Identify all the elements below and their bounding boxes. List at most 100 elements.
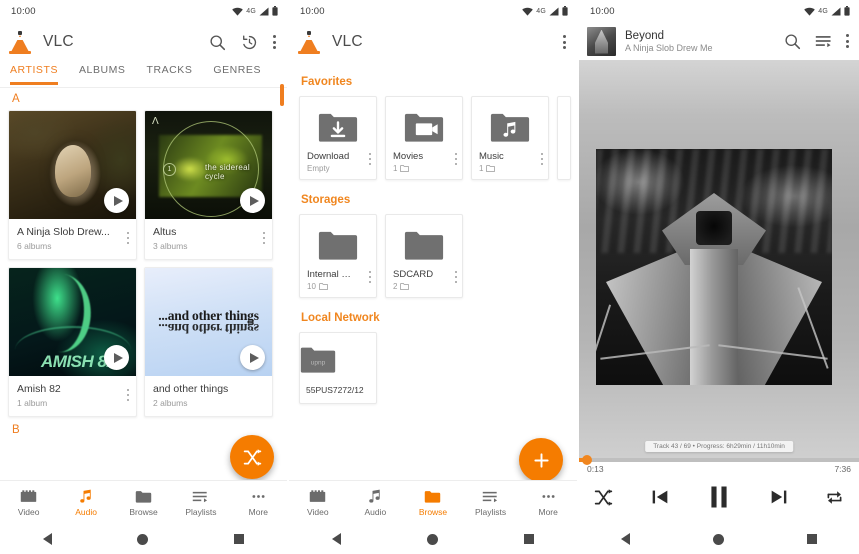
section-letter: A [12, 93, 20, 105]
status-indicators: 4G [804, 6, 850, 16]
network-type: 4G [818, 7, 828, 15]
repeat-button[interactable] [824, 487, 845, 508]
network-name: 55PUS7272/12 [306, 385, 364, 395]
status-clock: 10:00 [300, 5, 325, 17]
folder-count: 2 [393, 282, 398, 291]
history-icon[interactable] [240, 33, 259, 52]
wifi-icon [804, 7, 816, 16]
system-back-icon[interactable] [332, 533, 341, 545]
nav-item-audio[interactable]: Audio [347, 489, 405, 517]
app-bar: VLC [0, 22, 287, 62]
system-home-icon[interactable] [137, 533, 149, 545]
system-home-icon[interactable] [427, 533, 438, 545]
card-overflow-icon[interactable] [262, 229, 266, 247]
nav-item-playlists[interactable]: Playlists [172, 489, 229, 517]
system-recents-icon[interactable] [234, 534, 245, 544]
card-overflow-icon[interactable] [454, 150, 458, 168]
system-back-icon[interactable] [42, 533, 52, 545]
card-overflow-icon[interactable] [368, 268, 372, 286]
folder-card[interactable]: SDCARD 2 [385, 214, 463, 298]
card-overflow-icon[interactable] [126, 386, 130, 404]
previous-button[interactable] [649, 486, 671, 508]
nav-label: More [538, 506, 558, 517]
network-type: 4G [536, 7, 546, 15]
nav-label: Playlists [474, 506, 507, 517]
overflow-menu-icon[interactable] [272, 33, 276, 51]
time-total: 7:36 [834, 464, 851, 474]
artist-grid: A Ninja Slob Drew... 6 albums 1 Λ the si… [0, 110, 287, 417]
tab-genres[interactable]: GENRES [213, 62, 261, 76]
nav-item-browse[interactable]: Browse [404, 489, 462, 517]
system-back-icon[interactable] [620, 533, 630, 545]
nav-item-video[interactable]: Video [0, 489, 57, 517]
artist-name: Amish 82 [17, 383, 61, 395]
seek-thumb[interactable] [582, 455, 593, 465]
now-playing-thumbnail[interactable] [587, 26, 616, 56]
bottom-navigation: Video Audio Browse Playlists More [289, 480, 577, 524]
folder-card[interactable]: Download Empty [299, 96, 377, 180]
tab-tracks[interactable]: TRACKS [146, 62, 192, 76]
artist-card[interactable]: ...and other things ...and other things … [144, 267, 273, 417]
nav-item-audio[interactable]: Audio [57, 489, 114, 517]
status-bar: 10:00 4G [0, 0, 287, 22]
nav-label: Audio [364, 506, 387, 517]
app-title: VLC [43, 33, 74, 50]
fast-scroll-thumb[interactable] [280, 84, 284, 106]
network-card[interactable]: upnp 55PUS7272/12 [299, 332, 377, 404]
nav-item-more[interactable]: More [519, 489, 577, 517]
album-art [9, 111, 136, 219]
card-overflow-icon[interactable] [368, 150, 372, 168]
repeat-icon [827, 490, 842, 504]
play-pause-button[interactable] [705, 483, 733, 511]
seek-bar[interactable] [579, 455, 859, 465]
play-icon[interactable] [240, 345, 265, 370]
card-overflow-icon[interactable] [540, 150, 544, 168]
system-recents-icon[interactable] [807, 534, 818, 544]
search-icon[interactable] [783, 32, 802, 51]
app-bar: VLC [289, 22, 577, 62]
video-icon [310, 489, 326, 502]
tab-albums[interactable]: ALBUMS [79, 62, 125, 76]
artist-name: Altus [153, 226, 177, 238]
play-icon[interactable] [104, 345, 129, 370]
card-overflow-icon[interactable] [126, 229, 130, 247]
folder-card[interactable]: Internal m... 10 [299, 214, 377, 298]
nav-label: Video [17, 506, 40, 517]
pause-icon [711, 486, 727, 508]
tab-artists[interactable]: ARTISTS [10, 62, 58, 85]
overflow-menu-icon[interactable] [562, 33, 566, 51]
add-fab-button[interactable] [519, 438, 563, 482]
play-icon[interactable] [240, 188, 265, 213]
card-overflow-icon[interactable] [454, 268, 458, 286]
search-icon[interactable] [208, 33, 227, 52]
artist-card[interactable]: AMISH 82 Amish 82 1 album [8, 267, 137, 417]
folder-card-clipped[interactable] [557, 96, 571, 180]
nav-item-playlists[interactable]: Playlists [462, 489, 520, 517]
album-art: AMISH 82 [9, 268, 136, 376]
artist-card[interactable]: A Ninja Slob Drew... 6 albums [8, 110, 137, 260]
video-icon [20, 489, 37, 502]
artist-album-count: 3 albums [153, 241, 188, 251]
screenshot-root: 10:00 4G VLC ARTISTS ALBUMS TRACKS GENRE… [0, 0, 859, 554]
system-home-icon[interactable] [712, 533, 724, 545]
playlist-icon [193, 491, 208, 502]
player-artwork-area[interactable]: Track 43 / 69 • Progress: 6h29min / 11h1… [579, 60, 859, 458]
system-recents-icon[interactable] [524, 534, 534, 544]
next-button[interactable] [768, 486, 790, 508]
status-indicators: 4G [232, 6, 278, 16]
shuffle-fab-button[interactable] [230, 435, 274, 479]
shuffle-button[interactable] [593, 487, 614, 508]
nav-item-more[interactable]: More [230, 489, 287, 517]
folder-card[interactable]: Music 1 [471, 96, 549, 180]
vlc-logo-icon [9, 30, 31, 54]
nav-item-browse[interactable]: Browse [115, 489, 172, 517]
battery-icon [562, 6, 568, 16]
tab-bar: ARTISTS ALBUMS TRACKS GENRES [0, 62, 287, 88]
play-icon[interactable] [104, 188, 129, 213]
folder-card[interactable]: Movies 1 [385, 96, 463, 180]
playlist-queue-icon[interactable] [814, 32, 833, 51]
folder-count-icon [400, 165, 410, 172]
artist-card[interactable]: 1 Λ the sidereal cycle Altus 3 albums [144, 110, 273, 260]
nav-item-video[interactable]: Video [289, 489, 347, 517]
overflow-menu-icon[interactable] [845, 32, 849, 50]
